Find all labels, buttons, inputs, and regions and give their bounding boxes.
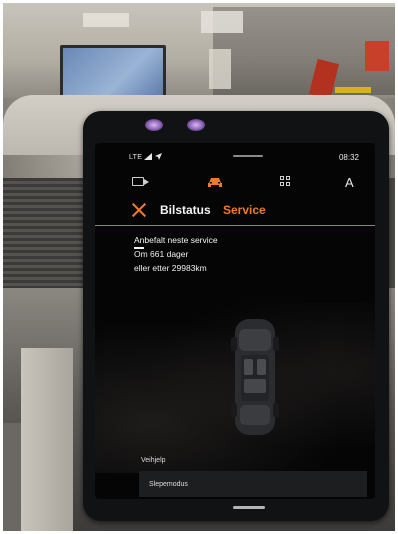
top-app-bar: A bbox=[95, 171, 375, 193]
tab-bar: Bilstatus Service bbox=[95, 199, 375, 226]
workshop-monitor bbox=[60, 45, 166, 101]
signal-indicator: LTE bbox=[129, 153, 162, 161]
wall-paper bbox=[201, 11, 243, 33]
red-container bbox=[365, 41, 389, 71]
location-arrow-icon bbox=[154, 153, 162, 160]
car-top-view-image bbox=[231, 319, 279, 435]
service-title: Anbefalt neste service bbox=[134, 235, 218, 245]
slepemodus-item[interactable]: Slepemodus bbox=[139, 471, 367, 497]
sensor-light-right bbox=[187, 119, 205, 131]
infotainment-display: LTE 08:32 A Bilstatus Service Anbefalt n… bbox=[83, 111, 389, 521]
yellow-tool bbox=[335, 87, 371, 93]
pull-down-handle[interactable] bbox=[233, 155, 263, 157]
console-side bbox=[3, 423, 21, 531]
profile-button[interactable]: A bbox=[345, 175, 354, 190]
title-underline bbox=[134, 247, 144, 249]
air-vent-left bbox=[3, 178, 91, 288]
wall-poster bbox=[209, 49, 231, 89]
service-info: Anbefalt neste service Om 661 dager elle… bbox=[134, 233, 218, 275]
touch-screen: LTE 08:32 A Bilstatus Service Anbefalt n… bbox=[95, 143, 375, 499]
service-km: eller etter 29983km bbox=[134, 263, 207, 273]
status-bar: LTE 08:32 bbox=[95, 151, 375, 163]
tab-service[interactable]: Service bbox=[223, 203, 266, 217]
center-console bbox=[21, 348, 73, 531]
service-days: Om 661 dager bbox=[134, 249, 189, 259]
home-indicator[interactable] bbox=[233, 506, 265, 509]
camera-icon[interactable] bbox=[132, 177, 149, 186]
sensor-light-left bbox=[145, 119, 163, 131]
signal-bars-icon bbox=[144, 153, 153, 160]
bottom-menu: Veihjelp Slepemodus bbox=[95, 455, 375, 499]
photo-background: LTE 08:32 A Bilstatus Service Anbefalt n… bbox=[3, 3, 395, 531]
car-icon[interactable] bbox=[207, 176, 223, 188]
apps-grid-icon[interactable] bbox=[280, 176, 292, 188]
clock: 08:32 bbox=[338, 153, 359, 162]
tab-bilstatus[interactable]: Bilstatus bbox=[160, 203, 211, 217]
slepemodus-label: Slepemodus bbox=[149, 481, 188, 488]
wall-sign bbox=[83, 13, 129, 27]
section-label-veihjelp: Veihjelp bbox=[141, 457, 166, 464]
close-icon[interactable] bbox=[131, 202, 147, 218]
